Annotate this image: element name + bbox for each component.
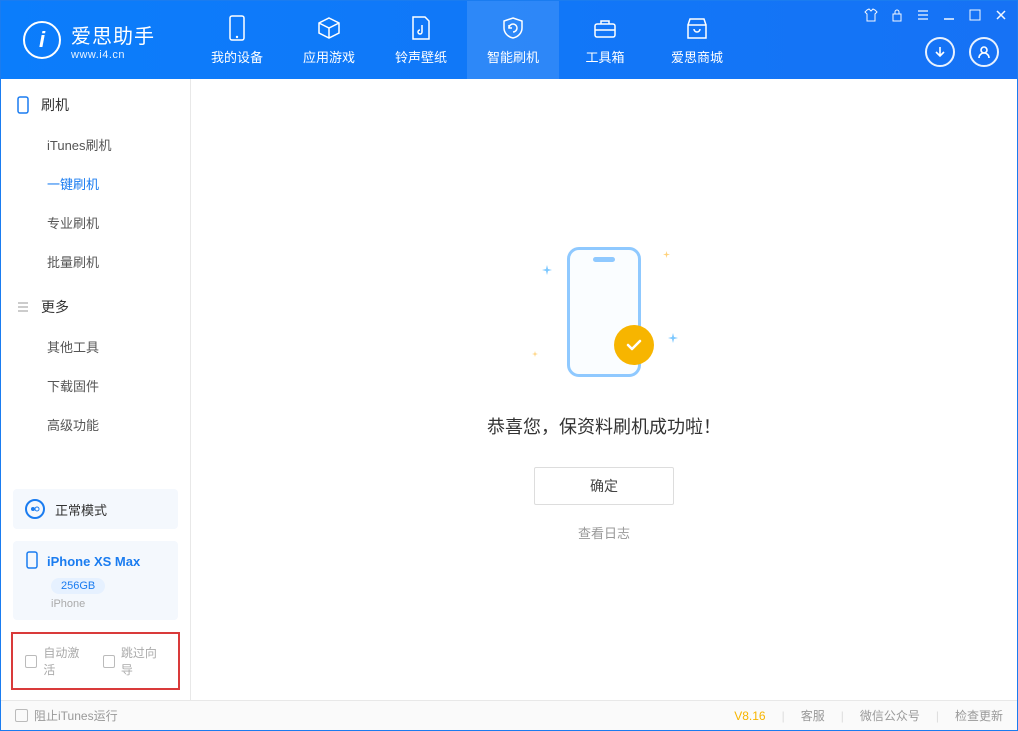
- sidebar-item-advanced[interactable]: 高级功能: [1, 405, 190, 444]
- cube-icon: [316, 15, 342, 41]
- checkbox-skip-guide[interactable]: 跳过向导: [103, 644, 167, 678]
- checkbox-label: 跳过向导: [121, 644, 166, 678]
- success-message: 恭喜您，保资料刷机成功啦！: [487, 413, 721, 439]
- content-area: 刷机 iTunes刷机 一键刷机 专业刷机 批量刷机 更多 其他工具 下载固件 …: [1, 79, 1017, 700]
- sidebar-item-download-firmware[interactable]: 下载固件: [1, 366, 190, 405]
- group-title: 刷机: [41, 95, 69, 115]
- phone-small-icon: [25, 551, 39, 572]
- sidebar-group-flash: 刷机: [1, 79, 190, 125]
- checkbox-icon: [15, 709, 28, 722]
- title-bar: i 爱思助手 www.i4.cn 我的设备 应用游戏 铃声壁纸: [1, 1, 1017, 79]
- sidebar-group-more: 更多: [1, 281, 190, 327]
- sidebar-item-oneclick-flash[interactable]: 一键刷机: [1, 164, 190, 203]
- sidebar-item-pro-flash[interactable]: 专业刷机: [1, 203, 190, 242]
- tab-apps-games[interactable]: 应用游戏: [283, 1, 375, 79]
- sparkle-icon: [532, 351, 538, 357]
- device-card[interactable]: iPhone XS Max 256GB iPhone: [13, 541, 178, 620]
- app-logo: i 爱思助手 www.i4.cn: [1, 1, 191, 79]
- tab-smart-flash[interactable]: 智能刷机: [467, 1, 559, 79]
- download-button[interactable]: [925, 37, 955, 67]
- sidebar-item-other-tools[interactable]: 其他工具: [1, 327, 190, 366]
- maximize-button[interactable]: [967, 7, 983, 23]
- user-button[interactable]: [969, 37, 999, 67]
- tab-ringtone-wallpaper[interactable]: 铃声壁纸: [375, 1, 467, 79]
- window-controls: [863, 7, 1009, 23]
- toolbox-icon: [592, 15, 618, 41]
- sparkle-icon: [668, 333, 678, 343]
- header-actions: [925, 37, 999, 67]
- minimize-button[interactable]: [941, 7, 957, 23]
- mode-icon: [25, 499, 45, 519]
- tab-label: 智能刷机: [487, 47, 539, 66]
- app-url: www.i4.cn: [71, 49, 155, 61]
- tab-label: 我的设备: [211, 47, 263, 66]
- sidebar-item-itunes-flash[interactable]: iTunes刷机: [1, 125, 190, 164]
- tab-label: 工具箱: [585, 47, 624, 66]
- success-illustration: [524, 237, 684, 387]
- app-name: 爱思助手: [71, 20, 155, 49]
- checkbox-icon: [103, 655, 115, 668]
- sparkle-icon: [542, 265, 552, 275]
- menu-icon[interactable]: [915, 7, 931, 23]
- sparkle-icon: [663, 251, 670, 258]
- close-button[interactable]: [993, 7, 1009, 23]
- main-panel: 恭喜您，保资料刷机成功啦！ 确定 查看日志: [191, 79, 1017, 700]
- device-name: iPhone XS Max: [47, 554, 140, 569]
- checkbox-label: 阻止iTunes运行: [34, 707, 118, 724]
- view-log-link[interactable]: 查看日志: [578, 523, 630, 542]
- group-title: 更多: [41, 297, 69, 317]
- version-label: V8.16: [734, 709, 765, 723]
- mode-card[interactable]: 正常模式: [13, 489, 178, 529]
- device-storage-badge: 256GB: [51, 578, 105, 594]
- checkbox-label: 自动激活: [43, 644, 88, 678]
- status-bar: 阻止iTunes运行 V8.16 | 客服 | 微信公众号 | 检查更新: [1, 700, 1017, 730]
- tab-toolbox[interactable]: 工具箱: [559, 1, 651, 79]
- list-icon: [15, 299, 31, 315]
- refresh-shield-icon: [500, 15, 526, 41]
- checkbox-auto-activate[interactable]: 自动激活: [25, 644, 89, 678]
- device-type: iPhone: [51, 598, 166, 610]
- lock-icon[interactable]: [889, 7, 905, 23]
- logo-icon: i: [23, 21, 61, 59]
- check-badge-icon: [614, 325, 654, 365]
- sidebar: 刷机 iTunes刷机 一键刷机 专业刷机 批量刷机 更多 其他工具 下载固件 …: [1, 79, 191, 700]
- checkbox-icon: [25, 655, 37, 668]
- shop-icon: [684, 15, 710, 41]
- phone-icon: [15, 97, 31, 113]
- main-tabs: 我的设备 应用游戏 铃声壁纸 智能刷机 工具箱: [191, 1, 743, 79]
- wechat-link[interactable]: 微信公众号: [860, 707, 920, 724]
- tab-label: 铃声壁纸: [395, 47, 447, 66]
- highlighted-options: 自动激活 跳过向导: [11, 632, 180, 690]
- support-link[interactable]: 客服: [801, 707, 825, 724]
- tab-my-device[interactable]: 我的设备: [191, 1, 283, 79]
- check-update-link[interactable]: 检查更新: [955, 707, 1003, 724]
- tab-label: 爱思商城: [671, 47, 723, 66]
- mode-label: 正常模式: [55, 500, 107, 519]
- ok-button[interactable]: 确定: [534, 467, 674, 505]
- shirt-icon[interactable]: [863, 7, 879, 23]
- tab-store[interactable]: 爱思商城: [651, 1, 743, 79]
- checkbox-block-itunes[interactable]: 阻止iTunes运行: [15, 707, 118, 724]
- sidebar-item-batch-flash[interactable]: 批量刷机: [1, 242, 190, 281]
- device-icon: [224, 15, 250, 41]
- music-file-icon: [408, 15, 434, 41]
- tab-label: 应用游戏: [303, 47, 355, 66]
